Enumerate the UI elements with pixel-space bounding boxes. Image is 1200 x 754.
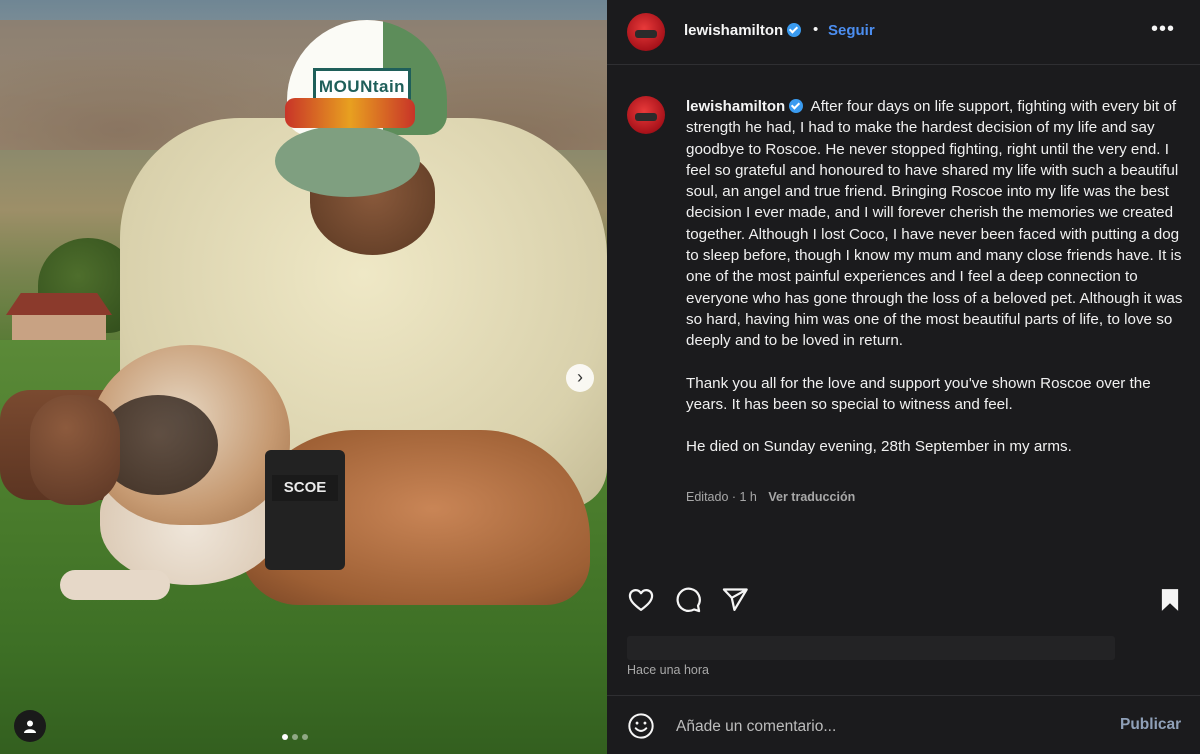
post-details-panel: lewishamilton • Seguir ••• lewishamilton… [607,0,1200,754]
carousel-dot [302,734,308,740]
comment-icon [676,587,701,613]
post-header: lewishamilton • Seguir ••• [607,0,1200,64]
share-button[interactable] [721,586,751,616]
publish-button[interactable]: Publicar [1120,716,1181,734]
caption-meta: Editado · 1 h Ver traducción [686,490,855,504]
header-username-text[interactable]: lewishamilton [684,22,783,39]
dog-paw [60,570,170,600]
header-separator: • [813,21,819,38]
emoji-icon [628,713,654,739]
follow-button[interactable]: Seguir [828,22,875,39]
verified-icon [789,99,804,113]
caption-username[interactable]: lewishamilton [686,98,804,115]
comment-button[interactable] [674,586,704,616]
bookmark-icon [1161,589,1179,611]
photo-house [6,293,112,345]
heart-icon [628,588,654,612]
comment-input[interactable] [674,715,1098,739]
share-icon [722,588,748,612]
verified-icon [787,23,802,37]
caption-username-text[interactable]: lewishamilton [686,98,785,115]
carousel-indicator [282,734,308,740]
cap-brim [275,125,420,197]
carousel-dot-active [282,734,288,740]
save-button[interactable] [1157,586,1187,616]
carousel-dot [292,734,298,740]
comment-composer: Publicar [607,696,1200,754]
post-actions [627,586,1180,616]
caption-paragraph-3: He died on Sunday evening, 28th Septembe… [686,438,1072,456]
dog-harness [265,450,345,570]
photo-dog: SCOE [60,345,590,610]
cap-sunglasses [285,98,415,128]
edited-timestamp: Editado · 1 h [686,490,757,504]
caption-paragraph-2: Thank you all for the love and support y… [686,374,1151,413]
emoji-button[interactable] [627,712,655,740]
avatar[interactable] [627,13,665,51]
house-roof [6,293,112,315]
post-caption: lewishamilton After four days on life su… [686,96,1186,478]
header-username[interactable]: lewishamilton [684,22,802,39]
user-tag-icon [24,720,36,733]
photo-man-arm [30,395,120,505]
header-divider [607,64,1200,65]
more-options-icon[interactable]: ••• [1151,18,1175,41]
dog-harness-label: SCOE [272,475,338,501]
post-photo[interactable]: MOUNtain SCOE › [0,0,607,754]
like-button[interactable] [627,586,657,616]
see-translation-link[interactable]: Ver traducción [768,490,855,504]
caption-avatar[interactable] [627,96,665,134]
caption-paragraph-1: lewishamilton After four days on life su… [686,96,1186,352]
caption-text-1: After four days on life support, fightin… [686,98,1183,350]
post-time: Hace una hora [627,663,710,677]
user-tag-button[interactable] [14,710,46,742]
likes-placeholder [627,636,1115,660]
photo-cap: MOUNtain [275,20,453,200]
chevron-right-icon: › [577,367,583,387]
carousel-next-button[interactable]: › [566,364,594,392]
